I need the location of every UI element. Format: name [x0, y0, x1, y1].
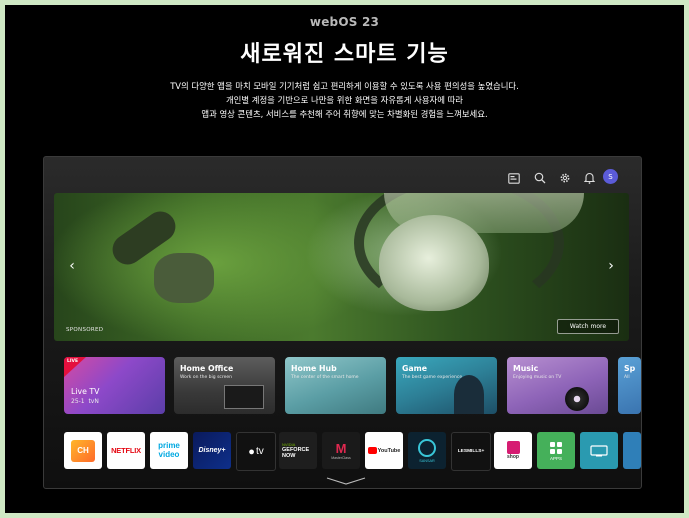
live-badge: LIVE	[64, 357, 86, 377]
card-subtitle: The center of the smart home	[291, 375, 359, 380]
description-line: 앱과 영상 콘텐츠, 서비스를 추천해 주어 취향에 맞는 차별화된 경험을 느…	[201, 109, 488, 119]
app-les-mills[interactable]: LESMILLS+	[451, 432, 491, 471]
card-title: Home Hub	[291, 364, 337, 373]
card-title: Live TV	[71, 387, 100, 396]
card-music[interactable]: Music Enjoying music on TV	[507, 357, 608, 414]
apple-icon: ●	[248, 445, 255, 458]
sponsored-label: SPONSORED	[66, 327, 104, 333]
shop-bag-icon	[506, 441, 520, 454]
promo-panel: webOS 23 새로워진 스마트 기능 TV의 다양한 앱을 마치 모바일 기…	[5, 5, 684, 513]
card-title: Sp	[624, 364, 636, 373]
masterclass-logo-icon: M	[335, 440, 347, 456]
card-sports[interactable]: Sp All	[618, 357, 641, 414]
app-partial[interactable]	[623, 432, 641, 469]
chevron-right-icon[interactable]: ›	[602, 257, 620, 275]
description: TV의 다양한 앱을 마치 모바일 기기처럼 쉽고 편리하게 이용할 수 있도록…	[5, 79, 684, 121]
apps-grid-icon	[550, 441, 562, 454]
app-youtube[interactable]: YouTube	[365, 432, 403, 469]
notification-icon[interactable]	[581, 170, 597, 186]
app-geforce-now[interactable]: NVIDIA GEFORCE NOW	[279, 432, 317, 469]
card-title: Music	[513, 364, 539, 373]
app-apple-tv[interactable]: ● tv	[236, 432, 276, 471]
card-channel: 25-1 tvN	[71, 398, 99, 405]
app-apps[interactable]: APPS	[537, 432, 575, 469]
hero-image-hand	[154, 253, 214, 303]
app-lg-channels[interactable]: CH	[64, 432, 102, 469]
chevron-left-icon[interactable]: ‹	[63, 257, 81, 275]
card-subtitle: Work on the big screen	[180, 375, 233, 380]
home-cards-row: LIVE Live TV 25-1 tvN Home Office Work o…	[64, 357, 641, 415]
app-screen-share[interactable]	[580, 432, 618, 469]
hero-image-face	[379, 215, 489, 311]
app-lg-shop[interactable]: shop	[494, 432, 532, 469]
card-subtitle: Enjoying music on TV	[513, 375, 562, 380]
card-title: Game	[402, 364, 428, 373]
description-line: 개인별 계정을 기반으로 나만을 위한 화면을 자유롭게 사용자에 따라	[225, 95, 464, 105]
product-label: webOS 23	[309, 15, 380, 29]
description-line: TV의 다양한 앱을 마치 모바일 기기처럼 쉽고 편리하게 이용할 수 있도록…	[170, 81, 519, 91]
app-sansar[interactable]: SANSAR	[408, 432, 446, 469]
app-netflix[interactable]: NETFLIX	[107, 432, 145, 469]
card-live-tv[interactable]: LIVE Live TV 25-1 tvN	[64, 357, 165, 414]
game-character-image	[454, 375, 484, 414]
card-subtitle: All	[624, 375, 630, 380]
screen-share-icon	[590, 444, 608, 456]
profile-avatar[interactable]: S	[603, 169, 618, 184]
card-title: Home Office	[180, 364, 234, 373]
monitor-icon	[224, 385, 264, 409]
card-home-hub[interactable]: Home Hub The center of the smart home	[285, 357, 386, 414]
app-disney-plus[interactable]: Disney+	[193, 432, 231, 469]
hero-banner[interactable]: ‹ › SPONSORED Watch more	[54, 193, 629, 341]
lg-channels-icon: CH	[71, 439, 95, 462]
youtube-play-icon	[367, 447, 377, 454]
card-game[interactable]: Game The best game experience	[396, 357, 497, 414]
card-home-office[interactable]: Home Office Work on the big screen	[174, 357, 275, 414]
app-prime-video[interactable]: prime video	[150, 432, 188, 469]
vinyl-record-icon	[565, 387, 589, 411]
app-masterclass[interactable]: M MasterClass	[322, 432, 360, 469]
app-row: CH NETFLIX prime video Disney+ ● tv NVID…	[64, 432, 641, 472]
settings-icon[interactable]	[557, 170, 573, 186]
page-title: 새로워진 스마트 기능	[240, 42, 449, 67]
chevron-down-icon[interactable]	[326, 477, 366, 485]
search-icon[interactable]	[532, 170, 548, 186]
sansar-logo-icon	[418, 438, 436, 457]
card-subtitle: The best game experience	[402, 375, 463, 380]
tv-home-screen: S ‹ › SPONSORED Watch more LIVE Live TV …	[43, 156, 642, 489]
input-source-icon[interactable]	[506, 170, 522, 186]
watch-more-button[interactable]: Watch more	[557, 319, 619, 334]
